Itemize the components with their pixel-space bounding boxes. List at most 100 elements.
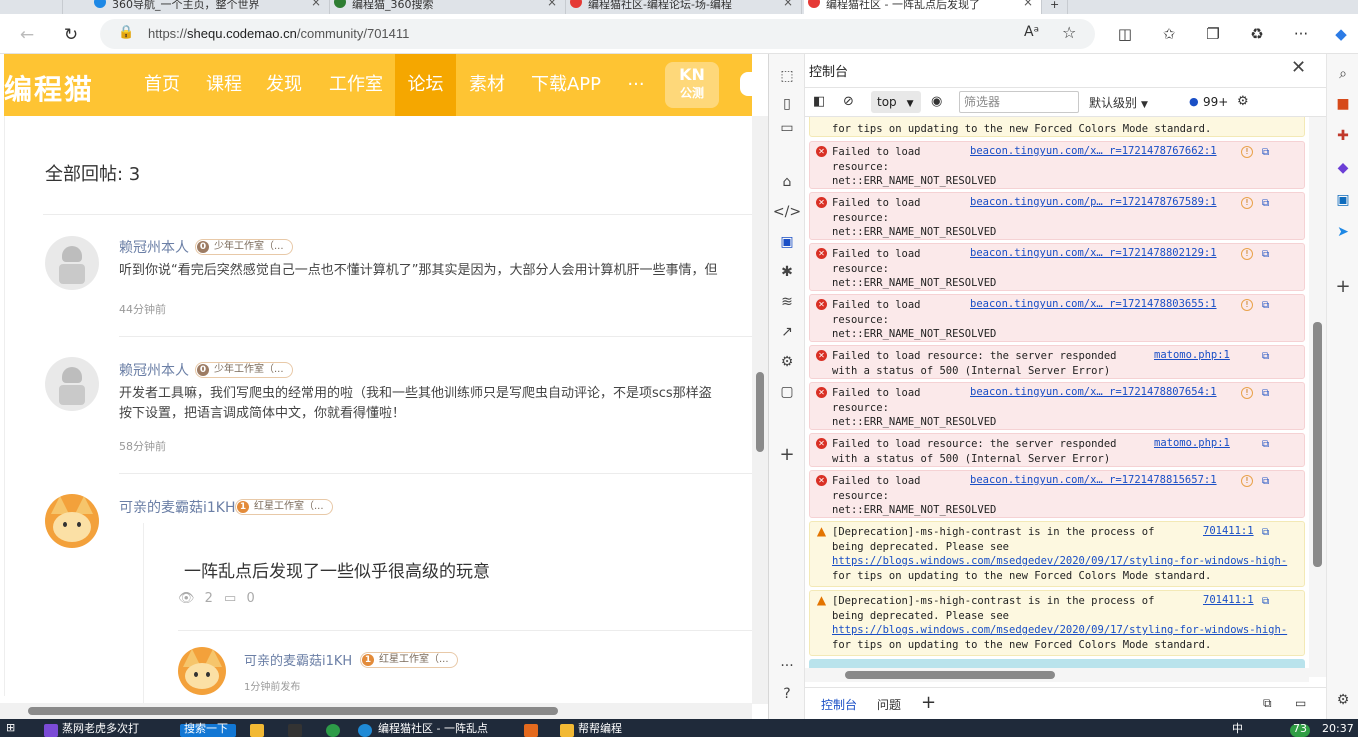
helper-app-icon[interactable] [560, 724, 574, 737]
close-icon[interactable]: ✕ [1291, 57, 1306, 78]
tools-icon[interactable]: ✚ [1333, 126, 1353, 146]
welcome-home-icon[interactable]: ⌂ [777, 172, 797, 192]
url-input[interactable]: 🔒 https://shequ.codemao.cn/community/701… [100, 19, 1095, 49]
context-select[interactable]: top ▼ [871, 91, 921, 113]
nav-courses[interactable]: 课程 [196, 54, 252, 116]
copilot-explain-icon[interactable]: ⧉ [1262, 147, 1274, 159]
games-icon[interactable]: ◆ [1333, 158, 1353, 178]
network-insight-icon[interactable]: ! [1241, 248, 1253, 260]
source-link[interactable]: 701411:1 [1203, 594, 1254, 606]
tab-close-icon[interactable]: × [783, 0, 793, 8]
browser-tab-1[interactable]: 360导航_一个主页，整个世界 × [90, 0, 330, 14]
split-screen-icon[interactable]: ◫ [1114, 23, 1136, 45]
star-icon[interactable]: ☆ [1062, 23, 1076, 42]
scrollbar-thumb[interactable] [28, 707, 558, 715]
console-vertical-scrollbar[interactable] [1309, 117, 1327, 677]
read-aloud-icon[interactable]: Aᵃ [1024, 24, 1039, 40]
avatar[interactable] [178, 647, 226, 695]
news-app-icon[interactable] [44, 724, 58, 737]
nav-discover[interactable]: 发现 [256, 54, 312, 116]
source-link[interactable]: 701411:1 [1203, 525, 1254, 537]
search-icon[interactable]: ⌕ [1333, 64, 1353, 84]
taskbar-search-label[interactable]: 搜索一下 [184, 723, 228, 737]
studio-badge[interactable]: 1 红星工作室（... [235, 499, 333, 515]
page-vertical-scrollbar[interactable] [752, 116, 768, 704]
tab-actions-icon[interactable] [40, 0, 63, 14]
copilot-explain-icon[interactable]: ⧉ [1262, 596, 1274, 608]
taskbar-news-label[interactable]: 蒸网老虎多次打 [62, 723, 139, 737]
nav-home[interactable]: 首页 [134, 54, 190, 116]
dock-drawer-icon[interactable]: ⧉ [1263, 696, 1272, 711]
reply-username[interactable]: 可亲的麦霸菇i1KH [119, 497, 236, 517]
add-drawer-tab-icon[interactable]: + [921, 692, 936, 713]
copilot-explain-icon[interactable]: ⧉ [1262, 300, 1274, 312]
elements-icon[interactable]: </> [773, 202, 801, 222]
deprecation-url[interactable]: https://blogs.windows.com/msedgedev/2020… [832, 623, 1287, 638]
log-levels-dropdown[interactable]: 默认级别 ▼ [1089, 94, 1148, 111]
extensions-icon[interactable]: ♻ [1246, 23, 1268, 45]
console-icon[interactable]: ▣ [777, 232, 797, 252]
ime-indicator[interactable]: 中 [1232, 723, 1243, 737]
copilot-explain-icon[interactable]: ⧉ [1262, 198, 1274, 210]
source-link[interactable]: matomo.php:1 [1154, 437, 1230, 449]
app-icon[interactable] [524, 724, 538, 737]
new-tab-button[interactable]: + [1042, 0, 1068, 14]
performance-icon[interactable]: ↗ [777, 322, 797, 342]
console-horizontal-scrollbar[interactable] [805, 668, 1309, 682]
scrollbar-thumb[interactable] [845, 671, 1055, 679]
source-link[interactable]: beacon.tingyun.com/x… r=1721478815657:1 [970, 474, 1217, 486]
taskbar-helper-label[interactable]: 帮帮编程 [578, 723, 622, 737]
source-link[interactable]: beacon.tingyun.com/x… r=1721478807654:1 [970, 386, 1217, 398]
tab-close-icon[interactable]: × [1023, 0, 1033, 8]
send-icon[interactable]: ➤ [1333, 222, 1353, 242]
drawer-tab-issues[interactable]: 问题 [877, 696, 901, 713]
inspect-icon[interactable]: ⬚ [777, 66, 797, 86]
message-count[interactable]: 99+ [1203, 95, 1228, 109]
quoted-post-title[interactable]: 一阵乱点后发现了一些似乎很高级的玩意 [184, 557, 490, 582]
source-link[interactable]: matomo.php:1 [1154, 349, 1230, 361]
quoted-post[interactable]: 一阵乱点后发现了一些似乎很高级的玩意 👁 2 ▭ 0 可亲的麦霸菇i1KH 1 … [143, 523, 754, 703]
sources-bug-icon[interactable]: ✱ [777, 262, 797, 282]
taskbar-edge-window[interactable]: 编程猫社区 - 一阵乱点 [378, 723, 488, 737]
sidebar-toggle-icon[interactable]: ◧ [813, 94, 825, 109]
nav-forum[interactable]: 论坛 [395, 54, 456, 116]
clock[interactable]: 20:37 [1322, 723, 1354, 737]
deprecation-link[interactable]: https://blogs.windows.com/msedgedev/2020… [832, 624, 1287, 636]
avatar[interactable] [45, 494, 99, 548]
outlook-icon[interactable]: ▣ [1333, 190, 1353, 210]
nav-studio[interactable]: 工作室 [320, 54, 392, 116]
network-insight-icon[interactable]: ! [1241, 146, 1253, 158]
copilot-explain-icon[interactable]: ⧉ [1262, 388, 1274, 400]
tab-close-icon[interactable]: × [547, 0, 557, 8]
drawer-tab-console[interactable]: 控制台 [821, 696, 858, 721]
copilot-explain-icon[interactable]: ⧉ [1262, 439, 1274, 451]
live-expression-eye-icon[interactable]: ◉ [931, 94, 942, 109]
page-horizontal-scrollbar[interactable] [0, 703, 752, 719]
network-insight-icon[interactable]: ! [1241, 387, 1253, 399]
window-icon[interactable]: ▭ [777, 118, 797, 138]
edge-icon[interactable] [358, 724, 372, 737]
shopping-icon[interactable]: ■ [1333, 94, 1353, 114]
copilot-explain-icon[interactable]: ⧉ [1262, 351, 1274, 363]
site-logo[interactable]: 编程猫 [4, 68, 94, 108]
clear-console-icon[interactable]: ⊘ [843, 94, 854, 109]
browser-tab-2[interactable]: 编程猫_360搜索 × [330, 0, 566, 14]
collapse-drawer-icon[interactable]: ▭ [1295, 696, 1306, 710]
add-sidebar-app-icon[interactable]: + [1333, 276, 1353, 297]
studio-badge[interactable]: 1 红星工作室（... [360, 652, 458, 668]
reply-username[interactable]: 赖冠州本人 [119, 360, 189, 380]
sidebar-settings-icon[interactable]: ⚙ [1333, 690, 1353, 710]
console-settings-gear-icon[interactable]: ⚙ [1237, 94, 1249, 109]
nav-download-app[interactable]: 下载APP [524, 54, 608, 116]
more-tools-icon[interactable]: ··· [777, 656, 797, 676]
browser-tab-3[interactable]: 编程猫社区-编程论坛-场-编程 × [566, 0, 802, 14]
browser-tab-4-active[interactable]: 编程猫社区 - 一阵乱点后发现了 × [804, 0, 1042, 14]
add-tool-icon[interactable]: + [777, 444, 797, 465]
nav-materials[interactable]: 素材 [459, 54, 515, 116]
copilot-explain-icon[interactable]: ⧉ [1262, 476, 1274, 488]
memory-settings-icon[interactable]: ⚙ [777, 352, 797, 372]
tab-close-icon[interactable]: × [311, 0, 321, 8]
copilot-icon[interactable]: ◆ [1330, 23, 1352, 45]
deprecation-link[interactable]: https://blogs.windows.com/msedgedev/2020… [832, 555, 1287, 567]
refresh-icon[interactable]: ↻ [58, 22, 84, 48]
